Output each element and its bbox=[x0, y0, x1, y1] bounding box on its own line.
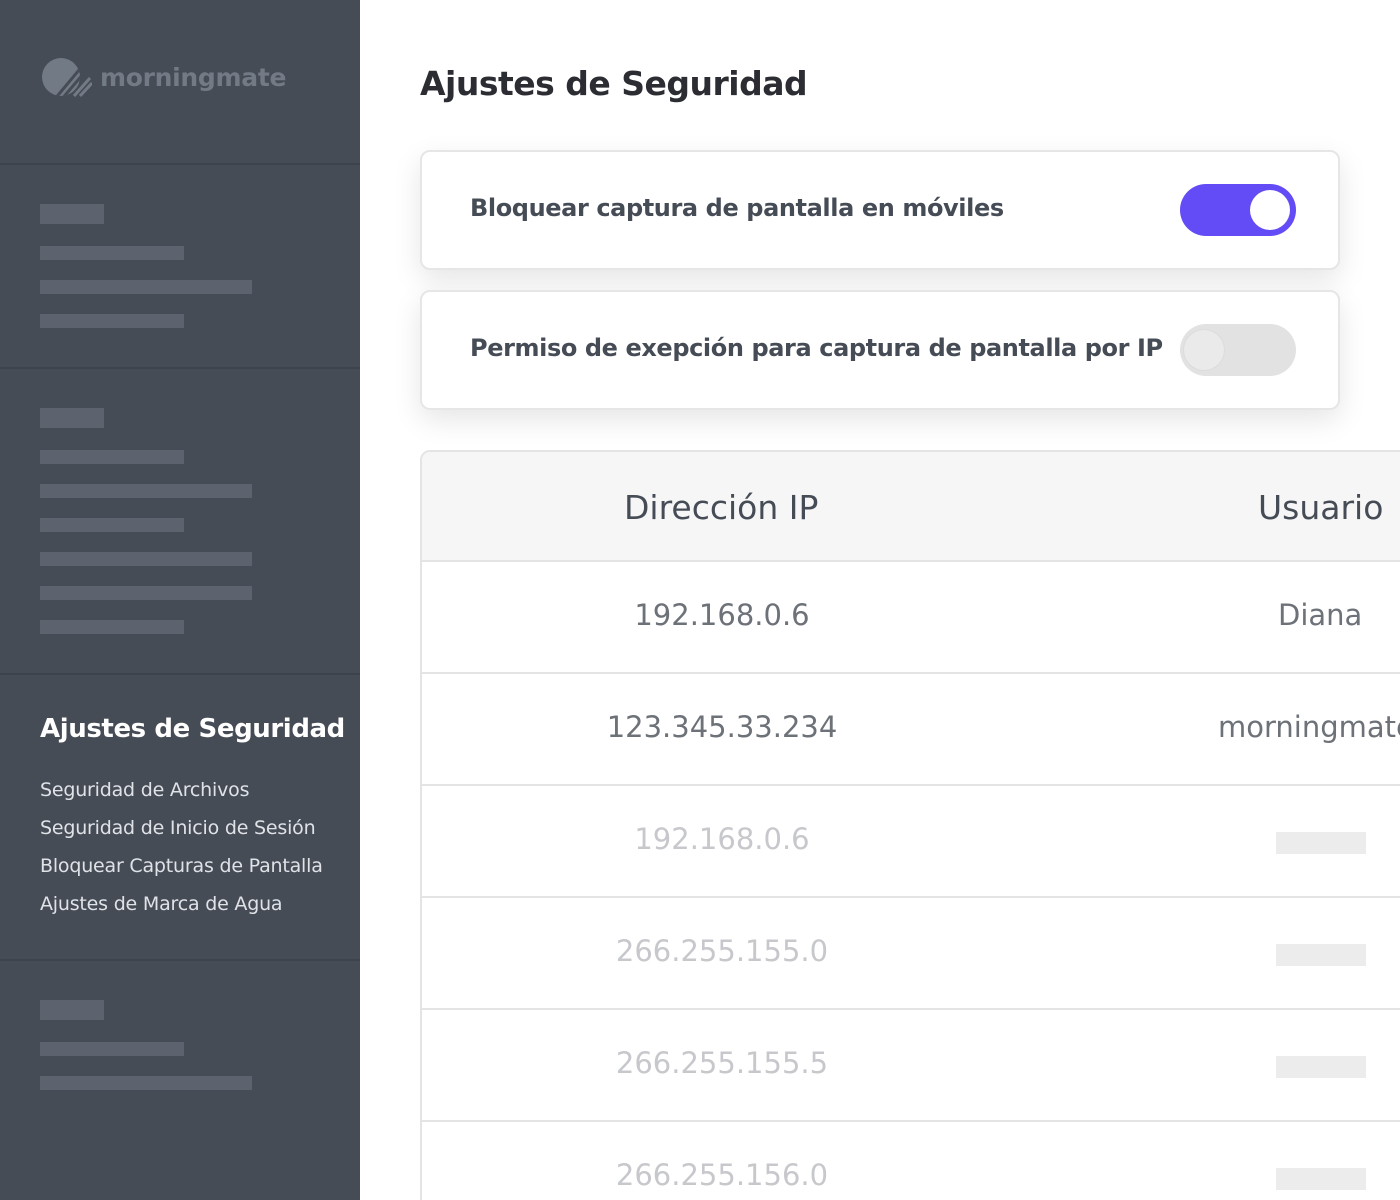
table-header: Dirección IP Usuario bbox=[422, 452, 1400, 562]
column-header-user: Usuario bbox=[1258, 488, 1384, 527]
ip-exception-table: Dirección IP Usuario 192.168.0.6 Diana 1… bbox=[420, 450, 1400, 1200]
sidebar-placeholder-item bbox=[40, 586, 252, 600]
sidebar-divider bbox=[0, 367, 360, 369]
table-row[interactable]: 192.168.0.6 bbox=[422, 786, 1400, 898]
ip-exception-toggle[interactable] bbox=[1180, 324, 1296, 376]
block-mobile-screenshot-toggle[interactable] bbox=[1180, 184, 1296, 236]
sidebar-link-login-security[interactable]: Seguridad de Inicio de Sesión bbox=[40, 817, 316, 839]
sidebar-placeholder-heading bbox=[40, 204, 104, 224]
setting-label: Bloquear captura de pantalla en móviles bbox=[470, 194, 1004, 222]
sidebar-placeholder-item bbox=[40, 246, 184, 260]
table-row[interactable]: 266.255.155.0 bbox=[422, 898, 1400, 1010]
setting-card-ip-exception: Permiso de exepción para captura de pant… bbox=[420, 290, 1340, 410]
sidebar-divider bbox=[0, 163, 360, 165]
morningmate-logo-icon bbox=[42, 58, 92, 98]
ip-cell: 192.168.0.6 bbox=[634, 822, 810, 856]
sidebar-link-file-security[interactable]: Seguridad de Archivos bbox=[40, 779, 249, 801]
ip-cell: 266.255.156.0 bbox=[615, 1158, 829, 1192]
user-cell: Diana bbox=[1278, 598, 1363, 632]
sidebar-placeholder-item bbox=[40, 620, 184, 634]
sidebar-link-watermark-settings[interactable]: Ajustes de Marca de Agua bbox=[40, 893, 283, 915]
toggle-knob bbox=[1250, 190, 1290, 230]
ip-cell: 123.345.33.234 bbox=[606, 710, 838, 744]
table-row[interactable]: 266.255.156.0 bbox=[422, 1122, 1400, 1200]
user-placeholder bbox=[1276, 944, 1366, 966]
ip-cell: 266.255.155.0 bbox=[615, 934, 829, 968]
user-placeholder bbox=[1276, 1168, 1366, 1190]
table-row[interactable]: 123.345.33.234 morningmate bbox=[422, 674, 1400, 786]
sidebar-placeholder-item bbox=[40, 484, 252, 498]
sidebar-placeholder-heading bbox=[40, 408, 104, 428]
column-header-ip: Dirección IP bbox=[624, 488, 819, 527]
sidebar-placeholder-item bbox=[40, 450, 184, 464]
sidebar-divider bbox=[0, 673, 360, 675]
sidebar-divider bbox=[0, 959, 360, 961]
sidebar-placeholder-item bbox=[40, 1076, 252, 1090]
sidebar-placeholder-item bbox=[40, 518, 184, 532]
sidebar-placeholder-item bbox=[40, 552, 252, 566]
sidebar: morningmate Ajustes de Seguridad Segurid… bbox=[0, 0, 360, 1200]
setting-label: Permiso de exepción para captura de pant… bbox=[470, 334, 1163, 362]
ip-cell: 266.255.155.5 bbox=[615, 1046, 829, 1080]
user-placeholder bbox=[1276, 832, 1366, 854]
page-title: Ajustes de Seguridad bbox=[420, 64, 808, 103]
setting-card-block-mobile-screenshot: Bloquear captura de pantalla en móviles bbox=[420, 150, 1340, 270]
sidebar-placeholder-heading bbox=[40, 1000, 104, 1020]
ip-cell: 192.168.0.6 bbox=[634, 598, 810, 632]
sidebar-placeholder-item bbox=[40, 1042, 184, 1056]
user-cell: morningmate bbox=[1218, 710, 1400, 744]
user-placeholder bbox=[1276, 1056, 1366, 1078]
brand-name: morningmate bbox=[100, 62, 287, 92]
table-row[interactable]: 192.168.0.6 Diana bbox=[422, 562, 1400, 674]
sidebar-section-title: Ajustes de Seguridad bbox=[40, 714, 345, 744]
sidebar-placeholder-item bbox=[40, 314, 184, 328]
sidebar-link-block-screenshots[interactable]: Bloquear Capturas de Pantalla bbox=[40, 855, 323, 877]
sidebar-placeholder-item bbox=[40, 280, 252, 294]
toggle-knob bbox=[1184, 330, 1224, 370]
brand-logo[interactable]: morningmate bbox=[40, 56, 286, 98]
table-row[interactable]: 266.255.155.5 bbox=[422, 1010, 1400, 1122]
